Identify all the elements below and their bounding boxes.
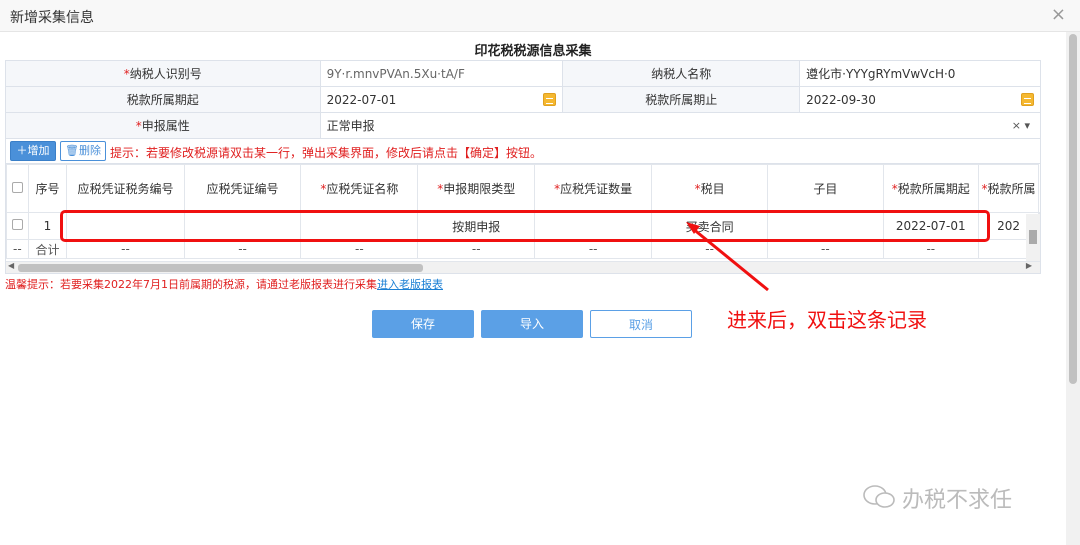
column-header[interactable]: 子目 xyxy=(767,164,884,213)
period-end-field[interactable]: 2022-09-30 xyxy=(799,86,1041,113)
toolbar-tip: 提示：若要修改税源请双击某一行，弹出采集界面，修改后请点击【确定】按钮。 xyxy=(110,146,543,160)
cancel-button[interactable]: 取消 xyxy=(590,310,692,338)
dialog-title: 新增采集信息 xyxy=(10,10,94,26)
calendar-icon[interactable] xyxy=(543,93,557,106)
taxpayer-id-value: 9Y·r.mnvPVAn.5Xu·tA/F xyxy=(319,60,564,87)
dialog-title-bar: 新增采集信息 × xyxy=(0,0,1080,32)
form-title: 印花税税源信息采集 xyxy=(474,44,592,59)
sum-cell: -- xyxy=(66,239,185,259)
old-report-link[interactable]: 进入老版报表 xyxy=(377,278,443,291)
sum-cell: -- xyxy=(417,239,536,259)
grid-horizontal-scrollbar[interactable]: ◀ ▶ xyxy=(6,261,1040,273)
sum-row: -- 合计 -- -- -- -- -- -- -- -- xyxy=(6,239,1040,259)
save-button[interactable]: 保存 xyxy=(372,310,474,338)
sum-cell: -- xyxy=(183,239,302,259)
select-all-checkbox[interactable] xyxy=(6,164,29,213)
period-end-label: 税款所属期止 xyxy=(562,86,801,113)
scroll-thumb[interactable] xyxy=(1069,34,1077,384)
column-header[interactable]: *应税凭证名称 xyxy=(300,164,419,213)
grid-scroll-thumb[interactable] xyxy=(1029,230,1037,244)
clear-dropdown-icon[interactable]: × ▾ xyxy=(1012,119,1030,132)
column-header[interactable]: *应税凭证数量 xyxy=(534,164,653,213)
column-header[interactable]: 应税凭证编号 xyxy=(183,164,302,213)
declare-attr-label: *申报属性 xyxy=(5,112,321,139)
sum-cell: -- xyxy=(651,239,769,259)
taxpayer-name-value: 遵化市·YYYgRYmVwVcH·0 xyxy=(799,60,1041,87)
column-header[interactable]: *税目 xyxy=(651,164,769,213)
grid-toolbar: ＋增加 🗑删除 提示：若要修改税源请双击某一行，弹出采集界面，修改后请点击【确定… xyxy=(5,138,1041,164)
close-icon[interactable]: × xyxy=(1051,4,1066,25)
sum-cell: -- xyxy=(6,239,29,259)
grid-vertical-scrollbar[interactable] xyxy=(1026,214,1040,264)
delete-button[interactable]: 🗑删除 xyxy=(60,141,106,161)
column-header[interactable]: *税款所属 xyxy=(978,164,1039,213)
row-checkbox[interactable] xyxy=(6,212,29,240)
annotation-text: 进来后，双击这条记录 xyxy=(727,308,927,332)
row-highlight-box xyxy=(60,210,990,242)
sum-cell: -- xyxy=(882,239,980,259)
sum-cell: -- xyxy=(300,239,419,259)
column-header[interactable]: *申报期限类型 xyxy=(417,164,536,213)
declare-attr-select[interactable]: 正常申报 × ▾ xyxy=(319,112,1042,139)
column-header[interactable]: 应税凭证税务编号 xyxy=(66,164,185,213)
sum-cell: 合计 xyxy=(27,239,68,259)
scroll-right-icon[interactable]: ▶ xyxy=(1026,261,1032,270)
scroll-left-icon[interactable]: ◀ xyxy=(8,261,14,270)
period-start-field[interactable]: 2022-07-01 xyxy=(319,86,564,113)
sum-cell: -- xyxy=(767,239,884,259)
collect-dialog: 新增采集信息 × 印花税税源信息采集 *纳税人识别号 9Y·r.mnvPVAn.… xyxy=(0,0,1080,545)
watermark: 办税不求任 xyxy=(902,488,1013,513)
add-button[interactable]: ＋增加 xyxy=(10,141,56,161)
import-button[interactable]: 导入 xyxy=(481,310,583,338)
taxpayer-name-label: 纳税人名称 xyxy=(562,60,801,87)
grid-h-thumb[interactable] xyxy=(18,264,423,272)
taxpayer-id-label: *纳税人识别号 xyxy=(5,60,321,87)
taxpayer-info-table: *纳税人识别号 9Y·r.mnvPVAn.5Xu·tA/F 纳税人名称 遵化市·… xyxy=(5,60,1042,139)
warm-tip: 温馨提示：若要采集2022年7月1日前属期的税源，请通过老版报表进行采集进入老版… xyxy=(5,278,443,291)
period-start-label: 税款所属期起 xyxy=(5,86,321,113)
calendar-icon[interactable] xyxy=(1021,93,1034,106)
column-header[interactable]: *税款所属期起 xyxy=(882,164,980,213)
sum-cell: -- xyxy=(534,239,653,259)
vertical-scrollbar[interactable] xyxy=(1066,32,1080,545)
column-header[interactable]: 序号 xyxy=(27,164,68,213)
